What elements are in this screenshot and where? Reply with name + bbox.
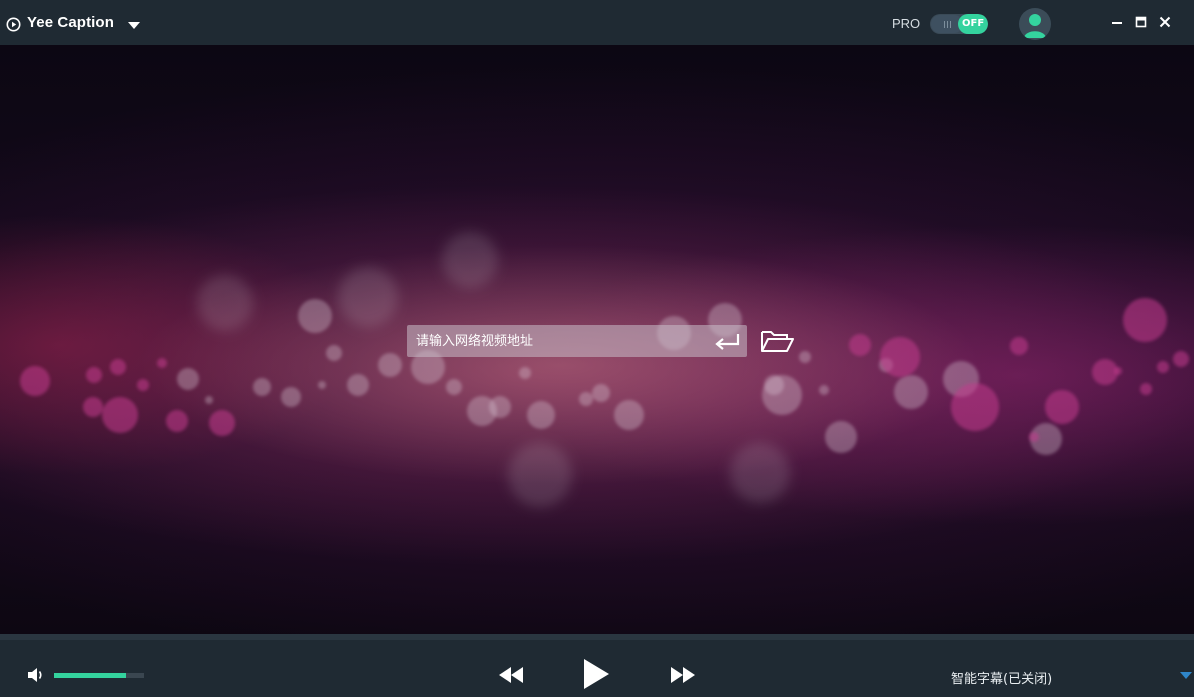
minimize-icon[interactable] — [1110, 15, 1124, 29]
smart-subtitle-toggle[interactable]: 智能字幕(已关闭) — [951, 668, 1052, 687]
app-title: Yee Caption — [27, 14, 114, 31]
user-avatar[interactable] — [1019, 8, 1051, 40]
video-url-input[interactable] — [407, 325, 707, 357]
title-bar: Yee Caption PRO OFF — [0, 0, 1194, 45]
player-control-bar: 智能字幕(已关闭) — [0, 634, 1194, 697]
fast-forward-icon[interactable] — [670, 666, 696, 684]
pro-toggle[interactable]: OFF — [930, 14, 988, 34]
volume-icon[interactable] — [27, 667, 45, 683]
pro-label: PRO — [892, 16, 921, 31]
video-area[interactable] — [0, 45, 1194, 634]
folder-open-icon[interactable] — [760, 328, 794, 354]
user-icon — [1024, 14, 1046, 38]
maximize-icon[interactable] — [1134, 15, 1148, 29]
url-input-container — [407, 325, 747, 357]
enter-icon[interactable] — [714, 332, 742, 350]
caret-down-icon[interactable] — [127, 20, 141, 30]
volume-fill — [54, 673, 126, 678]
rewind-icon[interactable] — [498, 666, 524, 684]
play-icon[interactable] — [582, 658, 610, 690]
play-circle-icon — [6, 17, 21, 32]
close-icon[interactable] — [1158, 15, 1172, 29]
caret-down-icon[interactable] — [1180, 672, 1192, 680]
volume-slider[interactable] — [54, 673, 144, 678]
toggle-state-label: OFF — [958, 14, 988, 34]
